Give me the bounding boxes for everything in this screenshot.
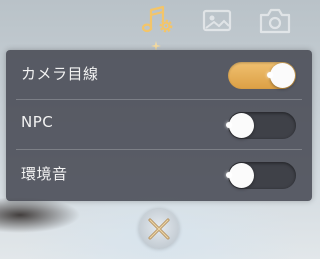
toggle-knob <box>226 163 254 188</box>
ambient-sound-toggle[interactable] <box>226 162 296 189</box>
npc-toggle[interactable] <box>226 112 296 139</box>
settings-panel: カメラ目線 NPC 環境音 <box>6 50 312 201</box>
tab-sound[interactable] <box>136 2 178 40</box>
toggle-knob <box>226 113 254 138</box>
setting-label: 環境音 <box>21 165 68 183</box>
camera-gaze-toggle[interactable] <box>228 62 296 89</box>
setting-row-ambient-sound: 環境音 <box>6 150 312 200</box>
close-icon <box>148 218 170 240</box>
tab-camera[interactable] <box>254 2 296 40</box>
camera-icon <box>259 8 291 34</box>
setting-row-camera-gaze: カメラ目線 <box>6 50 312 100</box>
close-button[interactable] <box>139 209 179 249</box>
setting-label: NPC <box>21 113 54 131</box>
tab-image-settings[interactable] <box>197 2 239 40</box>
setting-label: カメラ目線 <box>21 65 99 83</box>
setting-row-npc: NPC <box>6 100 312 150</box>
image-settings-icon <box>202 9 232 32</box>
toggle-knob <box>267 63 295 88</box>
music-settings-icon <box>141 5 173 33</box>
